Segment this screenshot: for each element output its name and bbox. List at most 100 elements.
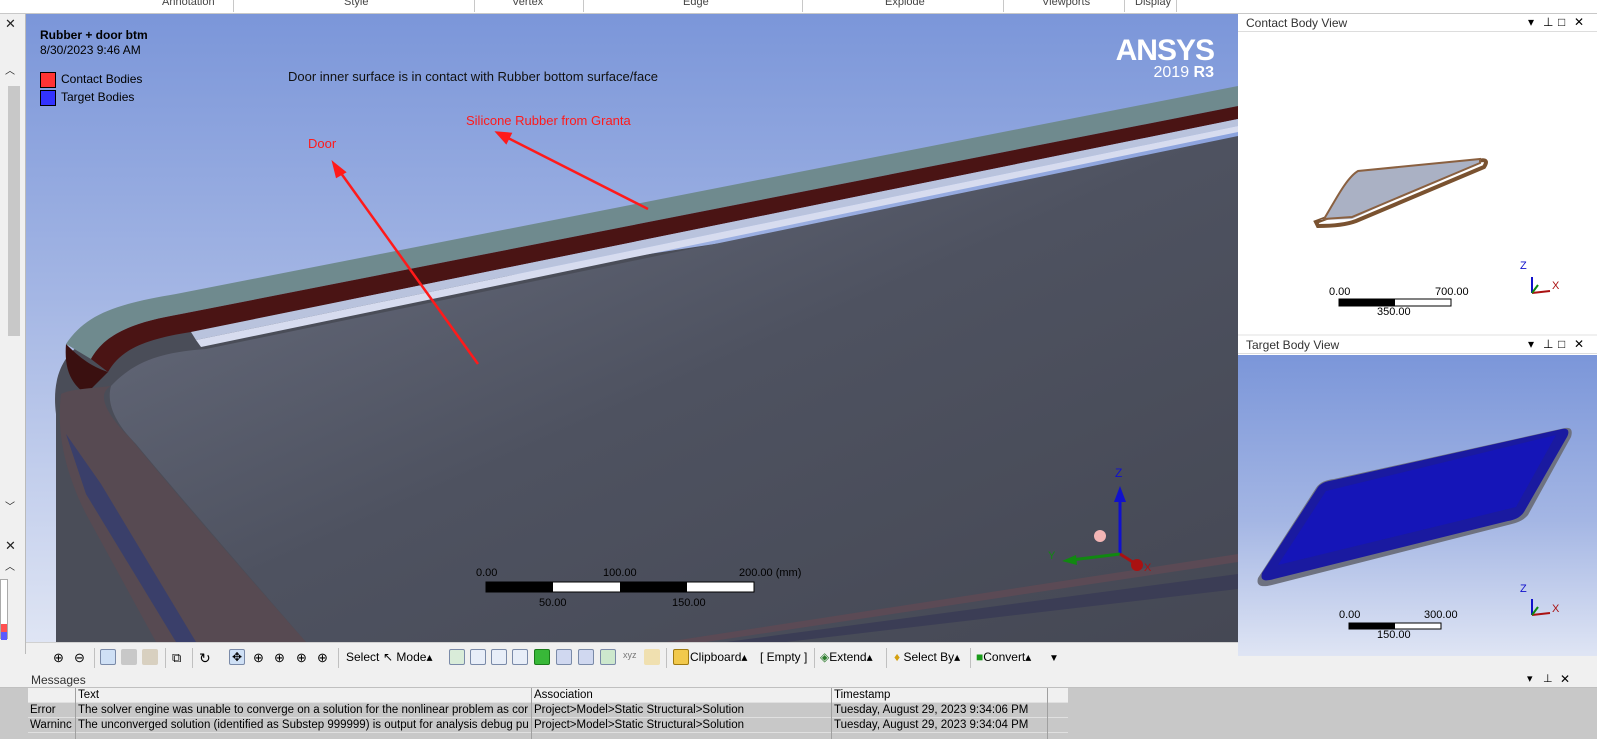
magnifier-icon[interactable]: ⊕ [316,649,332,665]
select-edge-icon[interactable] [470,649,486,665]
maximize-icon[interactable]: □ [1558,15,1565,29]
message-text: The unconverged solution (identified as … [78,719,529,731]
table-row[interactable]: Warninc The unconverged solution (identi… [28,718,1068,733]
target-scale-label-0: 0.00 [1339,609,1361,621]
scroll-up-icon[interactable]: ︿ [5,62,15,77]
select-element-icon[interactable] [578,649,594,665]
zoom-in-icon[interactable]: ⊕ [52,649,68,665]
select-vertex-icon[interactable] [449,649,465,665]
message-association: Project>Model>Static Structural>Solution [534,719,744,731]
contact-body-view-title: Contact Body View [1246,16,1348,30]
select-mode-button[interactable]: ↖ Mode▴ [383,650,432,664]
pane-dropdown-icon[interactable]: ▾ [1527,672,1533,685]
close-icon[interactable]: ✕ [1560,672,1570,686]
legend-label-contact: Contact Bodies [61,72,143,86]
ribbon-group-edge[interactable]: Edge [683,0,709,8]
scroll-down-icon[interactable]: ﹀ [5,498,15,513]
graphics-viewport[interactable]: Rubber + door btm 8/30/2023 9:46 AM Cont… [26,14,1238,642]
view-layout-icon[interactable]: ⧉ [171,649,187,665]
target-body-view-pane: Target Body View ▾ ⊥ □ ✕ 0.00 300.00 150… [1238,336,1597,656]
close-icon[interactable]: ✕ [1574,15,1584,29]
wireframe-icon[interactable] [121,649,137,665]
show-vertices-icon[interactable] [100,649,116,665]
target-scale-label-150: 150.00 [1377,629,1411,641]
pin-icon[interactable]: ⊥ [1543,15,1553,29]
ansys-version: 2019 R3 [1153,64,1215,81]
messages-panel: Messages ▾ ⊥ ✕ Text Association Timestam… [0,672,1597,739]
ribbon-group-explode[interactable]: Explode [885,0,925,8]
scale-label-0: 0.00 [476,567,498,579]
scale-label-100: 100.00 [603,567,637,579]
select-label: Select [346,650,380,664]
legend-swatch-target [40,90,56,106]
column-header-association[interactable]: Association [532,689,822,703]
scale-label-150: 150.00 [672,597,706,609]
ribbon-group-labels: Annotation Style Vertex Edge Explode Vie… [0,0,1597,14]
pane-dropdown-icon[interactable]: ▾ [1528,15,1534,29]
ribbon-group-style[interactable]: Style [344,0,368,8]
graphics-toolbar: ⊕ ⊖ ⧉ ↻ ✥ ⊕ ⊕ ⊕ ⊕ Select ↖ Mode▴ xyz Cli… [26,642,1238,672]
box-zoom-icon[interactable]: ⊕ [273,649,289,665]
message-text: The solver engine was unable to converge… [78,704,529,716]
select-element-face-icon[interactable] [556,649,572,665]
select-node-icon[interactable] [534,649,550,665]
scale-label-200: 200.00 (mm) [739,567,802,579]
toolbar-overflow-icon[interactable]: ▼ [1049,653,1059,664]
zoom-to-fit-icon[interactable]: ⊕ [295,649,311,665]
model-date: 8/30/2023 9:46 AM [40,43,141,57]
zoom-icon[interactable]: ⊕ [252,649,268,665]
extend-button[interactable]: ◈Extend▴ [820,650,873,664]
select-body-icon[interactable] [512,649,528,665]
scale-label-50: 50.00 [539,597,567,609]
close-icon[interactable]: ✕ [1574,337,1584,351]
left-dock-strip: ✕ ︿ ﹀ ✕ ︿ [0,14,26,654]
maximize-icon[interactable]: □ [1558,337,1565,351]
annotation-door: Door [308,136,337,151]
ribbon-group-vertex[interactable]: Vertex [512,0,543,8]
scroll-up-icon[interactable]: ︿ [5,558,15,573]
select-by-button[interactable]: ♦ Select By▴ [894,650,960,664]
target-body-canvas[interactable]: 0.00 300.00 150.00 Z X [1238,355,1597,656]
messages-header-row: Text Association Timestamp [28,688,1068,703]
zoom-out-icon[interactable]: ⊖ [73,649,89,665]
clipboard-button[interactable]: Clipboard▴ [690,650,747,664]
triad-x-label: X [1144,562,1152,574]
target-scale-label-300: 300.00 [1424,609,1458,621]
select-face-icon[interactable] [491,649,507,665]
pane-dropdown-icon[interactable]: ▾ [1528,337,1534,351]
ribbon-group-viewports[interactable]: Viewports [1042,0,1090,8]
triad-y-label: Y [1048,550,1056,562]
ribbon-group-display[interactable]: Display [1135,0,1171,8]
message-type: Error [30,704,56,716]
table-row[interactable]: Error The solver engine was unable to co… [28,703,1068,718]
contact-body-view-header: Contact Body View ▾ ⊥ □ ✕ [1238,14,1597,32]
triad-z-label: Z [1115,466,1123,480]
column-header-timestamp[interactable]: Timestamp [832,689,1062,703]
xyz-coordinates-icon[interactable]: xyz [622,649,638,665]
close-icon[interactable]: ✕ [5,16,16,32]
scrollbar-thumb[interactable] [8,86,20,336]
pin-icon: ♦ [894,650,901,664]
contact-body-view-pane: Contact Body View ▾ ⊥ □ ✕ 0.00 700.00 35… [1238,14,1597,334]
ribbon-group-annotation[interactable]: Annotation [162,0,215,8]
pin-icon[interactable]: ⊥ [1543,672,1553,685]
convert-button[interactable]: ■Convert▴ [976,650,1031,664]
contact-scale-label-0: 0.00 [1329,286,1351,298]
column-header-text[interactable]: Text [76,689,526,703]
ansys-logo: ANSYS [1115,34,1215,67]
legend-swatch-contact [40,72,56,88]
model-geometry [55,86,1238,642]
rotate-icon[interactable]: ↻ [198,649,214,666]
model-title: Rubber + door btm [40,28,148,42]
cursor-icon: ↖ [383,650,394,664]
pan-icon[interactable]: ✥ [229,649,245,665]
contact-triad-z: Z [1520,260,1527,272]
hit-point-icon[interactable] [644,649,660,665]
close-icon[interactable]: ✕ [5,538,16,554]
pin-icon[interactable]: ⊥ [1543,337,1553,351]
target-body-view-title: Target Body View [1246,338,1340,352]
display-edges-icon[interactable] [142,649,158,665]
messages-title: Messages [31,673,86,687]
contact-body-canvas[interactable]: 0.00 700.00 350.00 Z X [1238,33,1597,334]
select-mesh-icon[interactable] [600,649,616,665]
